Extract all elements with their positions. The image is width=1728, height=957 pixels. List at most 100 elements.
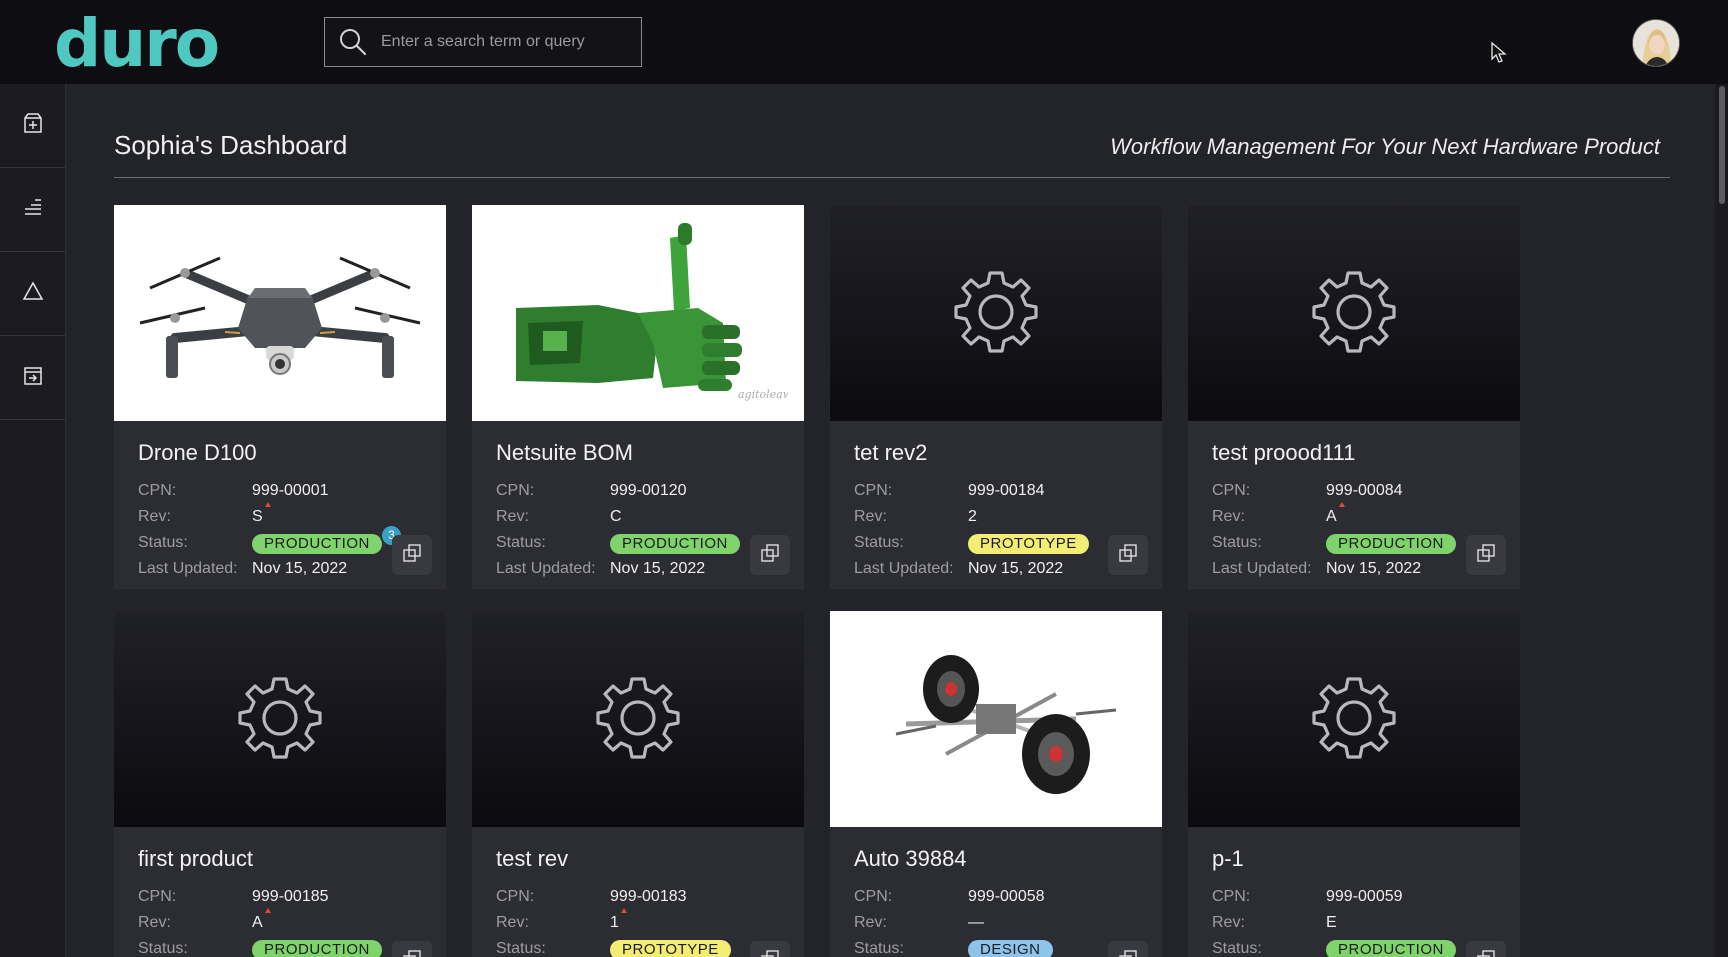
product-grid: Drone D100 CPN: 999-00001 Rev: S Status: PR… xyxy=(113,204,1521,957)
cpn-row: CPN: 999-00058 xyxy=(854,888,1045,906)
product-card[interactable]: test rev CPN: 999-00183 Rev: 1 Status: PROT… xyxy=(471,610,805,957)
duplicate-button[interactable] xyxy=(1466,535,1506,575)
product-image-placeholder[interactable] xyxy=(1188,611,1520,827)
product-card[interactable]: Drone D100 CPN: 999-00001 Rev: S Status: PR… xyxy=(113,204,447,590)
gear-icon xyxy=(596,675,680,764)
rev-row: Rev: 1 xyxy=(496,908,627,932)
product-name[interactable]: Netsuite BOM xyxy=(496,440,633,466)
list-lines-icon xyxy=(21,195,45,224)
rev-value: A xyxy=(1326,502,1345,526)
modified-indicator-icon xyxy=(264,502,271,507)
status-row: Status: PRODUCTION xyxy=(496,534,740,554)
duplicate-icon xyxy=(402,543,422,568)
cpn-value: 999-00185 xyxy=(252,888,329,905)
product-image-suspension[interactable] xyxy=(830,611,1162,827)
rev-label: Rev: xyxy=(1212,914,1245,931)
status-row: Status: DESIGN xyxy=(854,940,1053,957)
rev-label: Rev: xyxy=(854,508,887,525)
cpn-row: CPN: 999-00059 xyxy=(1212,888,1403,906)
dashboard-main: Sophia's Dashboard Workflow Management F… xyxy=(66,84,1715,957)
modified-indicator-icon xyxy=(620,908,627,913)
duplicate-icon xyxy=(402,949,422,957)
product-name[interactable]: Auto 39884 xyxy=(854,846,967,872)
search-input[interactable] xyxy=(381,33,621,51)
duplicate-button[interactable] xyxy=(1108,535,1148,575)
user-avatar[interactable] xyxy=(1632,19,1680,67)
sidebar-item-create[interactable] xyxy=(0,84,66,168)
duplicate-button[interactable] xyxy=(750,535,790,575)
gear-icon xyxy=(1312,675,1396,764)
product-name[interactable]: first product xyxy=(138,846,253,872)
cpn-row: CPN: 999-00001 xyxy=(138,482,329,500)
product-name[interactable]: p-1 xyxy=(1212,846,1244,872)
add-box-icon xyxy=(21,111,45,140)
product-card[interactable]: tet rev2 CPN: 999-00184 Rev: 2 Status: PROT… xyxy=(829,204,1163,590)
status-label: Status: xyxy=(1212,534,1262,551)
rev-label: Rev: xyxy=(854,914,887,931)
duplicate-button[interactable] xyxy=(750,941,790,957)
product-image-drone[interactable] xyxy=(114,205,446,421)
last-updated-label: Last Updated: xyxy=(1212,560,1312,577)
duplicate-icon xyxy=(1476,543,1496,568)
product-card[interactable]: test proood111 CPN: 999-00084 Rev: A Statu… xyxy=(1187,204,1521,590)
status-badge: PRODUCTION xyxy=(610,534,740,554)
cpn-label: CPN: xyxy=(138,482,177,499)
duro-logo[interactable]: duro xyxy=(54,10,220,78)
rev-label: Rev: xyxy=(1212,508,1245,525)
product-card[interactable]: first product CPN: 999-00185 Rev: A Status… xyxy=(113,610,447,957)
duplicate-button[interactable] xyxy=(1466,941,1506,957)
scrollbar-thumb[interactable] xyxy=(1719,86,1725,204)
last-updated-value: Nov 15, 2022 xyxy=(610,560,706,577)
product-name[interactable]: test rev xyxy=(496,846,568,872)
product-image-placeholder[interactable] xyxy=(1188,205,1520,421)
product-card[interactable]: agitoleaw Netsuite BOM CPN: 999-00120 Rev… xyxy=(471,204,805,590)
product-name[interactable]: test proood111 xyxy=(1212,440,1356,466)
status-row: Status: PRODUCTION xyxy=(1212,534,1456,554)
gear-icon xyxy=(238,675,322,764)
rev-value: A xyxy=(252,908,271,932)
search-box[interactable] xyxy=(324,17,642,67)
triangle-alert-icon xyxy=(21,279,45,308)
cpn-value: 999-00084 xyxy=(1326,482,1403,499)
duplicate-button[interactable] xyxy=(392,941,432,957)
sidebar-item-import[interactable] xyxy=(0,336,66,420)
duplicate-button[interactable] xyxy=(1108,941,1148,957)
product-image-placeholder[interactable] xyxy=(830,205,1162,421)
product-image-placeholder[interactable] xyxy=(472,611,804,827)
status-row: Status: PRODUCTION xyxy=(1212,940,1456,957)
modified-indicator-icon xyxy=(1338,502,1345,507)
rev-label: Rev: xyxy=(138,508,171,525)
page-scrollbar[interactable] xyxy=(1715,84,1728,957)
sidebar-item-list[interactable] xyxy=(0,168,66,252)
duplicate-icon xyxy=(1118,949,1138,957)
cpn-row: CPN: 999-00183 xyxy=(496,888,687,906)
last-updated-label: Last Updated: xyxy=(854,560,954,577)
cpn-row: CPN: 999-00084 xyxy=(1212,482,1403,500)
rev-value: — xyxy=(968,914,984,931)
cpn-label: CPN: xyxy=(496,482,535,499)
product-image-robot-arm[interactable]: agitoleaw xyxy=(472,205,804,421)
rev-row: Rev: A xyxy=(138,908,271,932)
product-name[interactable]: Drone D100 xyxy=(138,440,257,466)
sidebar-item-changes[interactable] xyxy=(0,252,66,336)
cpn-row: CPN: 999-00185 xyxy=(138,888,329,906)
cpn-label: CPN: xyxy=(854,888,893,905)
duplicate-button[interactable] xyxy=(392,535,432,575)
status-badge: PRODUCTION xyxy=(252,534,382,554)
cpn-label: CPN: xyxy=(1212,482,1251,499)
cpn-value: 999-00120 xyxy=(610,482,687,499)
product-image-placeholder[interactable] xyxy=(114,611,446,827)
last-updated-row: Last Updated: Nov 15, 2022 xyxy=(496,560,705,578)
product-card[interactable]: Auto 39884 CPN: 999-00058 Rev: — Status: DE… xyxy=(829,610,1163,957)
status-label: Status: xyxy=(1212,940,1262,957)
mouse-cursor-icon xyxy=(1491,41,1507,69)
status-label: Status: xyxy=(138,940,188,957)
product-card[interactable]: p-1 CPN: 999-00059 Rev: E Status: PRODUCTIO… xyxy=(1187,610,1521,957)
rev-value: S xyxy=(252,502,271,526)
search-icon[interactable] xyxy=(325,17,381,67)
rev-row: Rev: — xyxy=(854,914,984,932)
last-updated-value: Nov 15, 2022 xyxy=(252,560,348,577)
cpn-value: 999-00058 xyxy=(968,888,1045,905)
rev-row: Rev: S xyxy=(138,502,271,526)
product-name[interactable]: tet rev2 xyxy=(854,440,927,466)
